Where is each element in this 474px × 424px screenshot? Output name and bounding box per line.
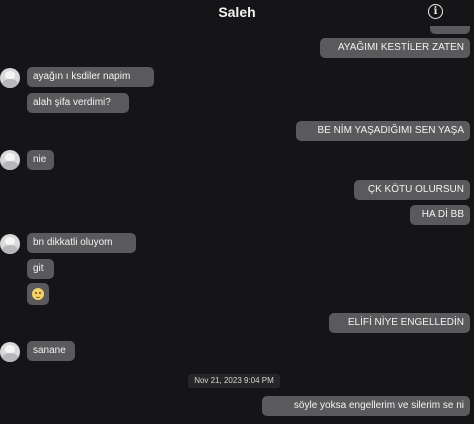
message-bubble-received[interactable]: ayağın ı ksdiler napim	[27, 67, 154, 87]
message-bubble-sent[interactable]: AYAĞIMI KESTİLER ZATEN	[320, 38, 470, 58]
avatar[interactable]	[0, 234, 20, 254]
message-bubble-emoji[interactable]	[27, 283, 49, 305]
message-bubble-sent[interactable]: ÇK KÖTU OLURSUN	[354, 180, 470, 200]
message-bubble-received[interactable]: git	[27, 259, 54, 279]
contact-name[interactable]: Saleh	[0, 4, 474, 20]
smiling-face-icon	[32, 288, 44, 300]
message-bubble-received[interactable]: nie	[27, 150, 54, 170]
avatar[interactable]	[0, 150, 20, 170]
message-bubble-sent[interactable]: BE NİM YAŞADIĞIMI SEN YAŞA	[296, 121, 470, 141]
info-icon[interactable]: i	[428, 4, 443, 19]
conversation-header: Saleh i	[0, 0, 474, 26]
message-bubble-sent[interactable]: söyle yoksa engellerim ve silerim se ni	[262, 396, 470, 416]
message-bubble-received[interactable]: bn dikkatli oluyom	[27, 233, 136, 253]
avatar[interactable]	[0, 342, 20, 362]
message-bubble-sent[interactable]: HA Dİ BB	[410, 205, 470, 225]
message-bubble-received[interactable]: sanane	[27, 341, 75, 361]
message-bubble-received[interactable]: alah şifa verdimi?	[27, 93, 129, 113]
message-timestamp: Nov 21, 2023 9:04 PM	[188, 374, 280, 388]
avatar[interactable]	[0, 68, 20, 88]
message-bubble-partial	[430, 26, 470, 34]
message-bubble-sent[interactable]: ELİFİ NİYE ENGELLEDİN	[329, 313, 470, 333]
